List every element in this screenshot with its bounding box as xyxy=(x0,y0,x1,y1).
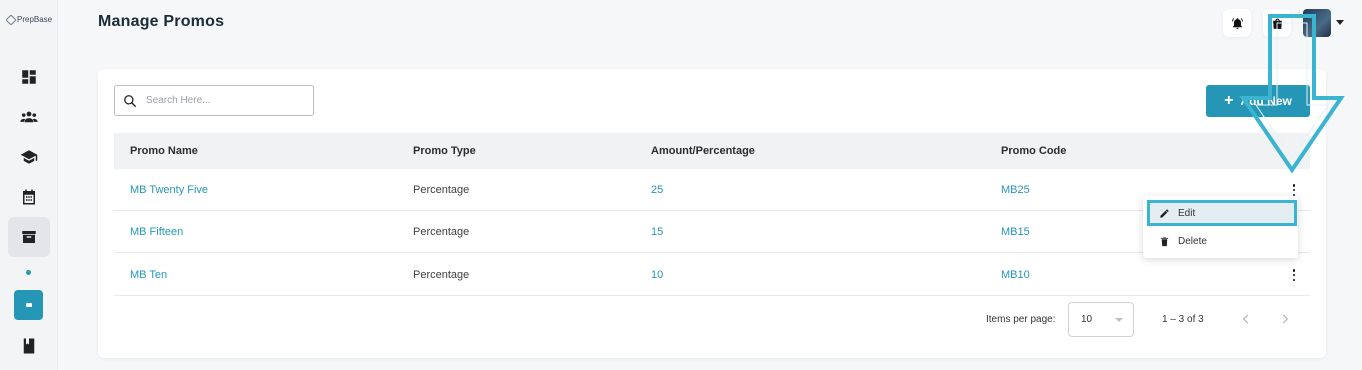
items-per-page-select[interactable]: 10 xyxy=(1068,302,1134,337)
items-per-page-label: Items per page: xyxy=(986,314,1056,325)
logo-text: PrepBase xyxy=(17,15,53,24)
column-header-amount[interactable]: Amount/Percentage xyxy=(651,133,755,169)
next-page-button[interactable] xyxy=(1278,312,1292,326)
sidebar-subitem[interactable] xyxy=(14,290,43,320)
promo-code-cell: MB10 xyxy=(1001,268,1030,281)
add-new-button[interactable]: + Add New xyxy=(1206,85,1310,117)
promo-name-cell[interactable]: MB Fifteen xyxy=(130,211,183,252)
table-row: MB Ten Percentage 10 MB10 xyxy=(114,254,1310,296)
cart-button[interactable] xyxy=(1263,9,1291,37)
dropdown-caret-icon xyxy=(1115,318,1123,322)
sidebar: PrepBase xyxy=(0,0,58,370)
amount-cell: 15 xyxy=(651,225,664,238)
table-header: Promo Name Promo Type Amount/Percentage … xyxy=(114,133,1310,169)
archive-box-icon xyxy=(22,231,36,243)
search-box[interactable] xyxy=(114,85,314,116)
graduation-cap-icon xyxy=(20,150,38,164)
amount-cell: 25 xyxy=(651,183,664,196)
sidebar-active-dot xyxy=(26,270,31,275)
row-actions-kebab-icon[interactable] xyxy=(1292,269,1296,281)
calendar-icon xyxy=(23,189,35,205)
sidebar-item-courses[interactable] xyxy=(8,137,50,177)
sidebar-item-promos[interactable] xyxy=(8,217,50,257)
items-per-page-value: 10 xyxy=(1081,314,1093,325)
promo-type-cell: Percentage xyxy=(413,268,470,281)
amount-cell: 10 xyxy=(651,268,664,281)
column-header-promo-code[interactable]: Promo Code xyxy=(1001,133,1066,169)
table-row: MB Fifteen Percentage 15 MB15 xyxy=(114,211,1310,253)
chevron-left-icon xyxy=(1242,314,1249,324)
row-actions-menu: Edit Delete xyxy=(1143,196,1298,258)
promo-code-cell: MB15 xyxy=(1001,225,1030,238)
logo-mark-icon xyxy=(5,13,17,26)
book-icon xyxy=(23,338,35,354)
edit-label: Edit xyxy=(1178,207,1196,219)
sidebar-item-calendar[interactable] xyxy=(8,177,50,217)
page-title: Manage Promos xyxy=(98,13,225,30)
table-row: MB Twenty Five Percentage 25 MB25 xyxy=(114,169,1310,211)
column-header-promo-type[interactable]: Promo Type xyxy=(413,133,476,169)
delete-label: Delete xyxy=(1178,235,1207,247)
sidebar-item-dashboard[interactable] xyxy=(8,57,50,97)
shopping-bag-icon xyxy=(1272,18,1282,29)
promos-card: + Add New Promo Name Promo Type Amount/P… xyxy=(98,69,1326,358)
previous-page-button[interactable] xyxy=(1239,312,1253,326)
bell-icon xyxy=(1231,17,1243,29)
promo-name-cell[interactable]: MB Ten xyxy=(130,254,167,295)
sub-item-icon xyxy=(25,303,32,307)
dashboard-icon xyxy=(22,70,36,84)
search-input[interactable] xyxy=(146,95,296,106)
edit-menu-item[interactable]: Edit xyxy=(1147,200,1297,226)
promo-code-cell: MB25 xyxy=(1001,183,1030,196)
pencil-icon xyxy=(1160,208,1169,218)
chevron-down-icon[interactable] xyxy=(1336,20,1344,25)
avatar[interactable] xyxy=(1303,9,1331,37)
notifications-button[interactable] xyxy=(1223,9,1251,37)
delete-menu-item[interactable]: Delete xyxy=(1143,228,1298,254)
trash-icon xyxy=(1160,236,1169,246)
promo-name-cell[interactable]: MB Twenty Five xyxy=(130,169,208,210)
chevron-right-icon xyxy=(1282,314,1289,324)
sidebar-item-users[interactable] xyxy=(8,97,50,137)
add-new-label: Add New xyxy=(1240,94,1292,108)
column-header-promo-name[interactable]: Promo Name xyxy=(130,133,198,169)
search-icon xyxy=(124,94,136,107)
promo-type-cell: Percentage xyxy=(413,225,470,238)
plus-icon: + xyxy=(1224,92,1234,109)
logo[interactable]: PrepBase xyxy=(5,13,53,26)
users-icon xyxy=(20,111,38,123)
pagination-range: 1 – 3 of 3 xyxy=(1162,314,1204,325)
row-actions-kebab-icon[interactable] xyxy=(1292,184,1296,196)
sidebar-item-book[interactable] xyxy=(8,326,50,366)
promo-type-cell: Percentage xyxy=(413,183,470,196)
